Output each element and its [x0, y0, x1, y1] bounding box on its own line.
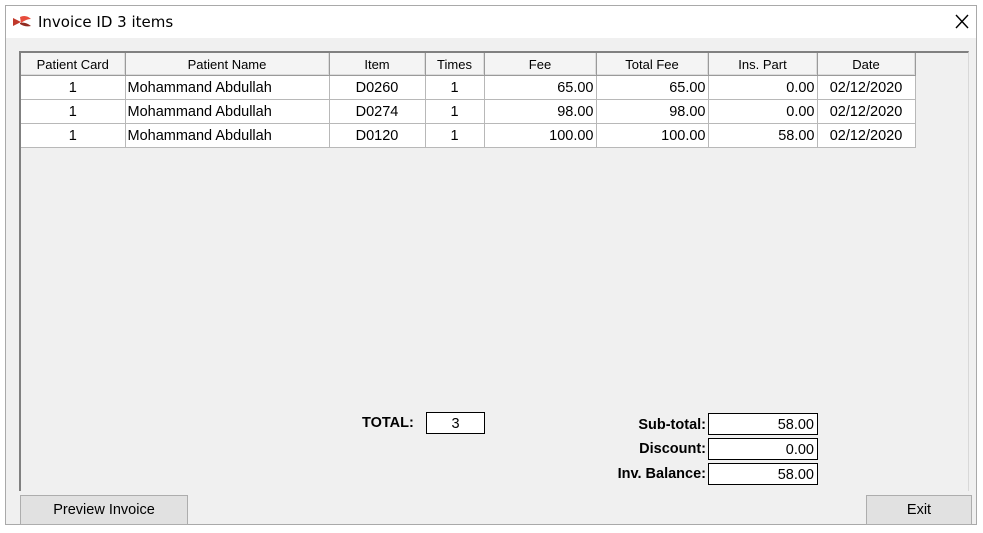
cell-ins-part[interactable]: 58.00 [708, 123, 818, 148]
close-icon[interactable] [950, 11, 974, 33]
cell-times[interactable]: 1 [425, 123, 485, 148]
inv-balance-field: 58.00 [708, 463, 818, 485]
cell-fee[interactable]: 100.00 [484, 123, 597, 148]
cell-total-fee[interactable]: 100.00 [596, 123, 709, 148]
header-row: Patient Card Patient Name Item Times Fee… [21, 53, 916, 76]
window-title: Invoice ID 3 items [38, 13, 174, 31]
column-header[interactable]: Date [817, 53, 916, 76]
column-header[interactable]: Ins. Part [708, 53, 818, 76]
cell-patient-card[interactable]: 1 [21, 99, 126, 124]
total-label: TOTAL: [362, 415, 414, 431]
cell-fee[interactable]: 65.00 [484, 75, 597, 100]
cell-times[interactable]: 1 [425, 99, 485, 124]
table-row[interactable]: 1 Mohammand Abdullah D0260 1 65.00 65.00… [21, 75, 916, 100]
cell-total-fee[interactable]: 65.00 [596, 75, 709, 100]
cell-item[interactable]: D0274 [329, 99, 426, 124]
cell-times[interactable]: 1 [425, 75, 485, 100]
invoice-items-grid[interactable]: Patient Card Patient Name Item Times Fee… [19, 51, 969, 491]
table-row[interactable]: 1 Mohammand Abdullah D0274 1 98.00 98.00… [21, 99, 916, 124]
table-row[interactable]: 1 Mohammand Abdullah D0120 1 100.00 100.… [21, 123, 916, 148]
column-header[interactable]: Patient Card [21, 53, 126, 76]
column-header[interactable]: Times [425, 53, 485, 76]
cell-patient-card[interactable]: 1 [21, 75, 126, 100]
cell-date[interactable]: 02/12/2020 [817, 75, 916, 100]
cell-patient-name[interactable]: Mohammand Abdullah [125, 123, 330, 148]
cell-ins-part[interactable]: 0.00 [708, 99, 818, 124]
items-table: Patient Card Patient Name Item Times Fee… [21, 53, 916, 148]
discount-label: Discount: [639, 441, 706, 457]
total-count-field: 3 [426, 412, 485, 434]
cell-fee[interactable]: 98.00 [484, 99, 597, 124]
inv-balance-label: Inv. Balance: [617, 466, 706, 482]
subtotal-field: 58.00 [708, 413, 818, 435]
cell-date[interactable]: 02/12/2020 [817, 99, 916, 124]
subtotal-label: Sub-total: [638, 417, 706, 433]
cell-patient-name[interactable]: Mohammand Abdullah [125, 99, 330, 124]
cell-item[interactable]: D0260 [329, 75, 426, 100]
column-header[interactable]: Fee [484, 53, 597, 76]
column-header[interactable]: Total Fee [596, 53, 709, 76]
column-header[interactable]: Item [329, 53, 426, 76]
cell-total-fee[interactable]: 98.00 [596, 99, 709, 124]
column-header[interactable]: Patient Name [125, 53, 330, 76]
cell-ins-part[interactable]: 0.00 [708, 75, 818, 100]
exit-button[interactable]: Exit [866, 495, 972, 525]
discount-field: 0.00 [708, 438, 818, 460]
preview-invoice-button[interactable]: Preview Invoice [20, 495, 188, 525]
cell-patient-name[interactable]: Mohammand Abdullah [125, 75, 330, 100]
cell-date[interactable]: 02/12/2020 [817, 123, 916, 148]
app-logo-icon [13, 15, 31, 27]
cell-item[interactable]: D0120 [329, 123, 426, 148]
invoice-window: Invoice ID 3 items Patient Card Patient … [5, 5, 977, 525]
title-bar: Invoice ID 3 items [6, 6, 976, 38]
cell-patient-card[interactable]: 1 [21, 123, 126, 148]
